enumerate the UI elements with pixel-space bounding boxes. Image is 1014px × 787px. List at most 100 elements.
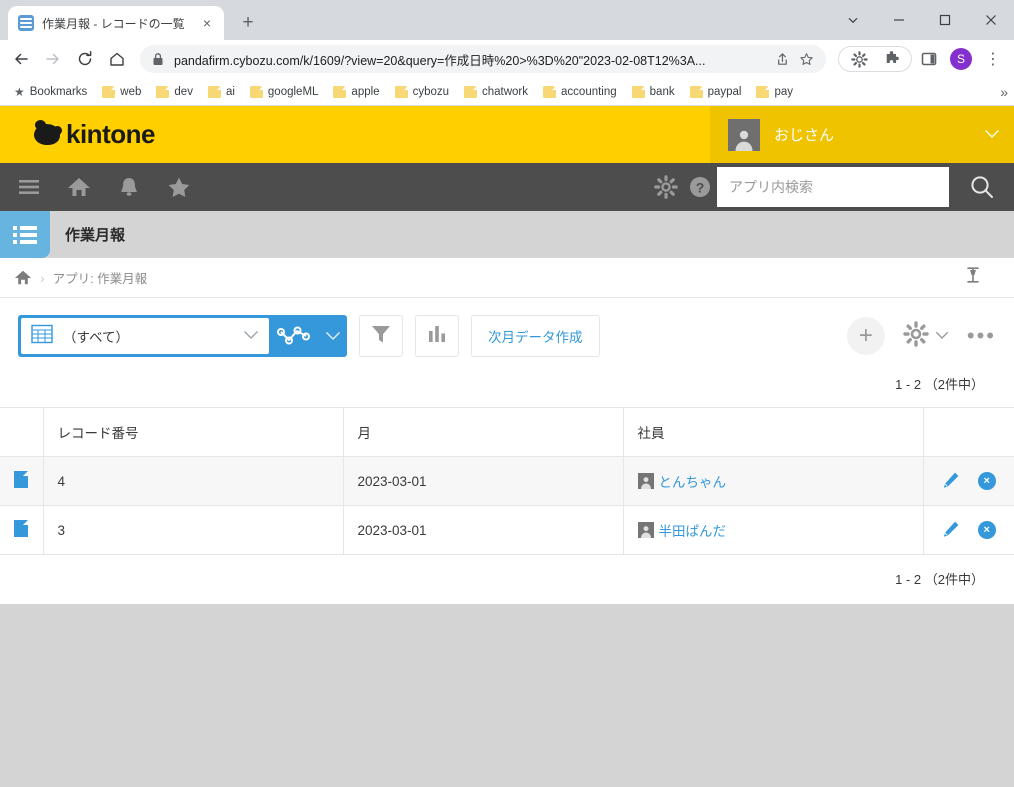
user-menu[interactable]: おじさん: [710, 106, 1014, 163]
folder-icon: [207, 85, 221, 98]
home-icon[interactable]: [102, 44, 132, 74]
user-name: おじさん: [774, 127, 835, 144]
address-bar-url[interactable]: pandafirm.cybozu.com/k/1609/?view=20&que…: [174, 50, 764, 69]
browser-toolbar: pandafirm.cybozu.com/k/1609/?view=20&que…: [0, 40, 1014, 78]
breadcrumb-app-link[interactable]: アプリ: 作業月報: [53, 268, 147, 287]
bookmark-folder-bank[interactable]: bank: [626, 83, 681, 101]
home-icon[interactable]: [62, 170, 96, 204]
table-row[interactable]: 4 2023-03-01 とんちゃん ×: [0, 456, 1014, 506]
cell-employee: 半田ぱんだ: [623, 505, 924, 555]
help-icon[interactable]: ?: [683, 170, 717, 204]
tab-search-chevron-icon[interactable]: [830, 0, 876, 40]
app-settings-button[interactable]: [903, 320, 949, 352]
graph-line-icon[interactable]: [269, 315, 319, 357]
header-open-column: [0, 407, 44, 457]
close-icon[interactable]: [968, 0, 1014, 40]
svg-text:?: ?: [696, 180, 705, 196]
folder-icon: [631, 85, 645, 98]
list-toolbar-right: + •••: [846, 317, 996, 355]
bookmark-label: chatwork: [482, 85, 529, 98]
cell-month: 2023-03-01: [343, 505, 624, 555]
bookmark-label: googleML: [267, 85, 319, 98]
side-panel-icon[interactable]: [914, 44, 944, 74]
chevron-down-icon[interactable]: [319, 315, 347, 357]
navbar-left-icons: [0, 170, 196, 204]
profile-avatar[interactable]: S: [950, 48, 972, 70]
tab-close-icon[interactable]: ×: [198, 14, 216, 32]
chart-button[interactable]: [415, 315, 459, 357]
bookmark-folder-cybozu[interactable]: cybozu: [389, 83, 455, 101]
add-record-button[interactable]: +: [846, 317, 885, 355]
bookmark-folder-ai[interactable]: ai: [202, 83, 241, 101]
table-row[interactable]: 3 2023-03-01 半田ぱんだ ×: [0, 505, 1014, 555]
navbar-right: ? アプリ内検索: [649, 163, 1014, 211]
share-icon[interactable]: [774, 52, 789, 67]
browser-tab[interactable]: 作業月報 - レコードの一覧 ×: [8, 6, 224, 40]
maximize-icon[interactable]: [922, 0, 968, 40]
back-icon[interactable]: [6, 44, 36, 74]
browser-window: 作業月報 - レコードの一覧 × + pandafirm.cybozu.com/…: [0, 0, 1014, 787]
view-selector[interactable]: （すべて）: [18, 315, 347, 357]
pin-icon[interactable]: [966, 267, 980, 288]
chevron-down-icon[interactable]: [984, 127, 1000, 142]
kintone-logo[interactable]: kintone: [34, 119, 155, 150]
star-icon[interactable]: [162, 170, 196, 204]
new-tab-button[interactable]: +: [234, 9, 262, 37]
cell-record-number: 4: [43, 456, 344, 506]
minimize-icon[interactable]: [876, 0, 922, 40]
pencil-icon[interactable]: [942, 471, 960, 492]
browser-menu-icon[interactable]: ⋮: [978, 44, 1008, 74]
open-record-cell[interactable]: [0, 456, 44, 506]
home-icon[interactable]: [14, 269, 32, 286]
table-header-row: レコード番号 月 社員: [0, 407, 1014, 457]
bell-icon[interactable]: [112, 170, 146, 204]
employee-link[interactable]: とんちゃん: [659, 471, 727, 491]
bookmark-folder-chatwork[interactable]: chatwork: [458, 83, 534, 101]
gear-extension-icon[interactable]: [844, 44, 874, 74]
menu-hamburger-icon[interactable]: [12, 170, 46, 204]
ellipsis-icon[interactable]: •••: [967, 325, 996, 347]
document-icon[interactable]: [14, 520, 29, 537]
app-list-icon[interactable]: [0, 211, 50, 258]
breadcrumb: › アプリ: 作業月報: [0, 258, 1014, 298]
folder-icon: [464, 85, 477, 98]
bookmark-label: paypal: [707, 85, 742, 98]
app-title-bar: 作業月報: [0, 211, 1014, 258]
bookmark-folder-dev[interactable]: dev: [150, 83, 199, 101]
bookmark-folder-web[interactable]: web: [96, 83, 147, 101]
bookmark-folder-googleml[interactable]: googleML: [244, 83, 325, 101]
delete-circle-icon[interactable]: ×: [977, 472, 996, 490]
employee-link[interactable]: 半田ぱんだ: [659, 520, 727, 540]
header-employee[interactable]: 社員: [623, 407, 924, 457]
folder-icon: [333, 85, 347, 98]
pencil-icon[interactable]: [942, 520, 960, 541]
folder-icon: [102, 85, 116, 98]
bookmark-folder-apple[interactable]: apple: [327, 83, 385, 101]
chevron-down-icon[interactable]: [935, 327, 949, 345]
open-record-cell[interactable]: [0, 505, 44, 555]
view-dropdown[interactable]: （すべて）: [21, 318, 269, 354]
bookmark-label: Bookmarks: [29, 85, 88, 98]
header-month[interactable]: 月: [343, 407, 624, 457]
bookmark-star-icon[interactable]: [799, 52, 814, 67]
app-search-input[interactable]: アプリ内検索: [717, 167, 949, 207]
bookmark-folder-accounting[interactable]: accounting: [537, 83, 623, 101]
gear-icon[interactable]: [649, 170, 683, 204]
search-icon[interactable]: [949, 163, 1014, 211]
bookmarks-overflow-icon[interactable]: »: [1000, 84, 1008, 100]
delete-circle-icon[interactable]: ×: [977, 521, 996, 539]
puzzle-icon[interactable]: [876, 44, 906, 74]
chevron-down-icon[interactable]: [243, 329, 259, 343]
custom-action-button[interactable]: 次月データ作成: [471, 315, 600, 357]
bookmark-folder-pay[interactable]: pay: [750, 83, 799, 101]
bookmark-folder-paypal[interactable]: paypal: [684, 83, 748, 101]
tab-title: 作業月報 - レコードの一覧: [42, 16, 185, 31]
document-icon[interactable]: [14, 471, 29, 488]
bookmark-root[interactable]: ★ Bookmarks: [8, 82, 93, 102]
cell-month: 2023-03-01: [343, 456, 624, 506]
header-record-number[interactable]: レコード番号: [43, 407, 344, 457]
address-bar[interactable]: pandafirm.cybozu.com/k/1609/?view=20&que…: [140, 45, 826, 73]
filter-button[interactable]: [359, 315, 403, 357]
reload-icon[interactable]: [70, 44, 100, 74]
header-actions: [923, 407, 1014, 457]
